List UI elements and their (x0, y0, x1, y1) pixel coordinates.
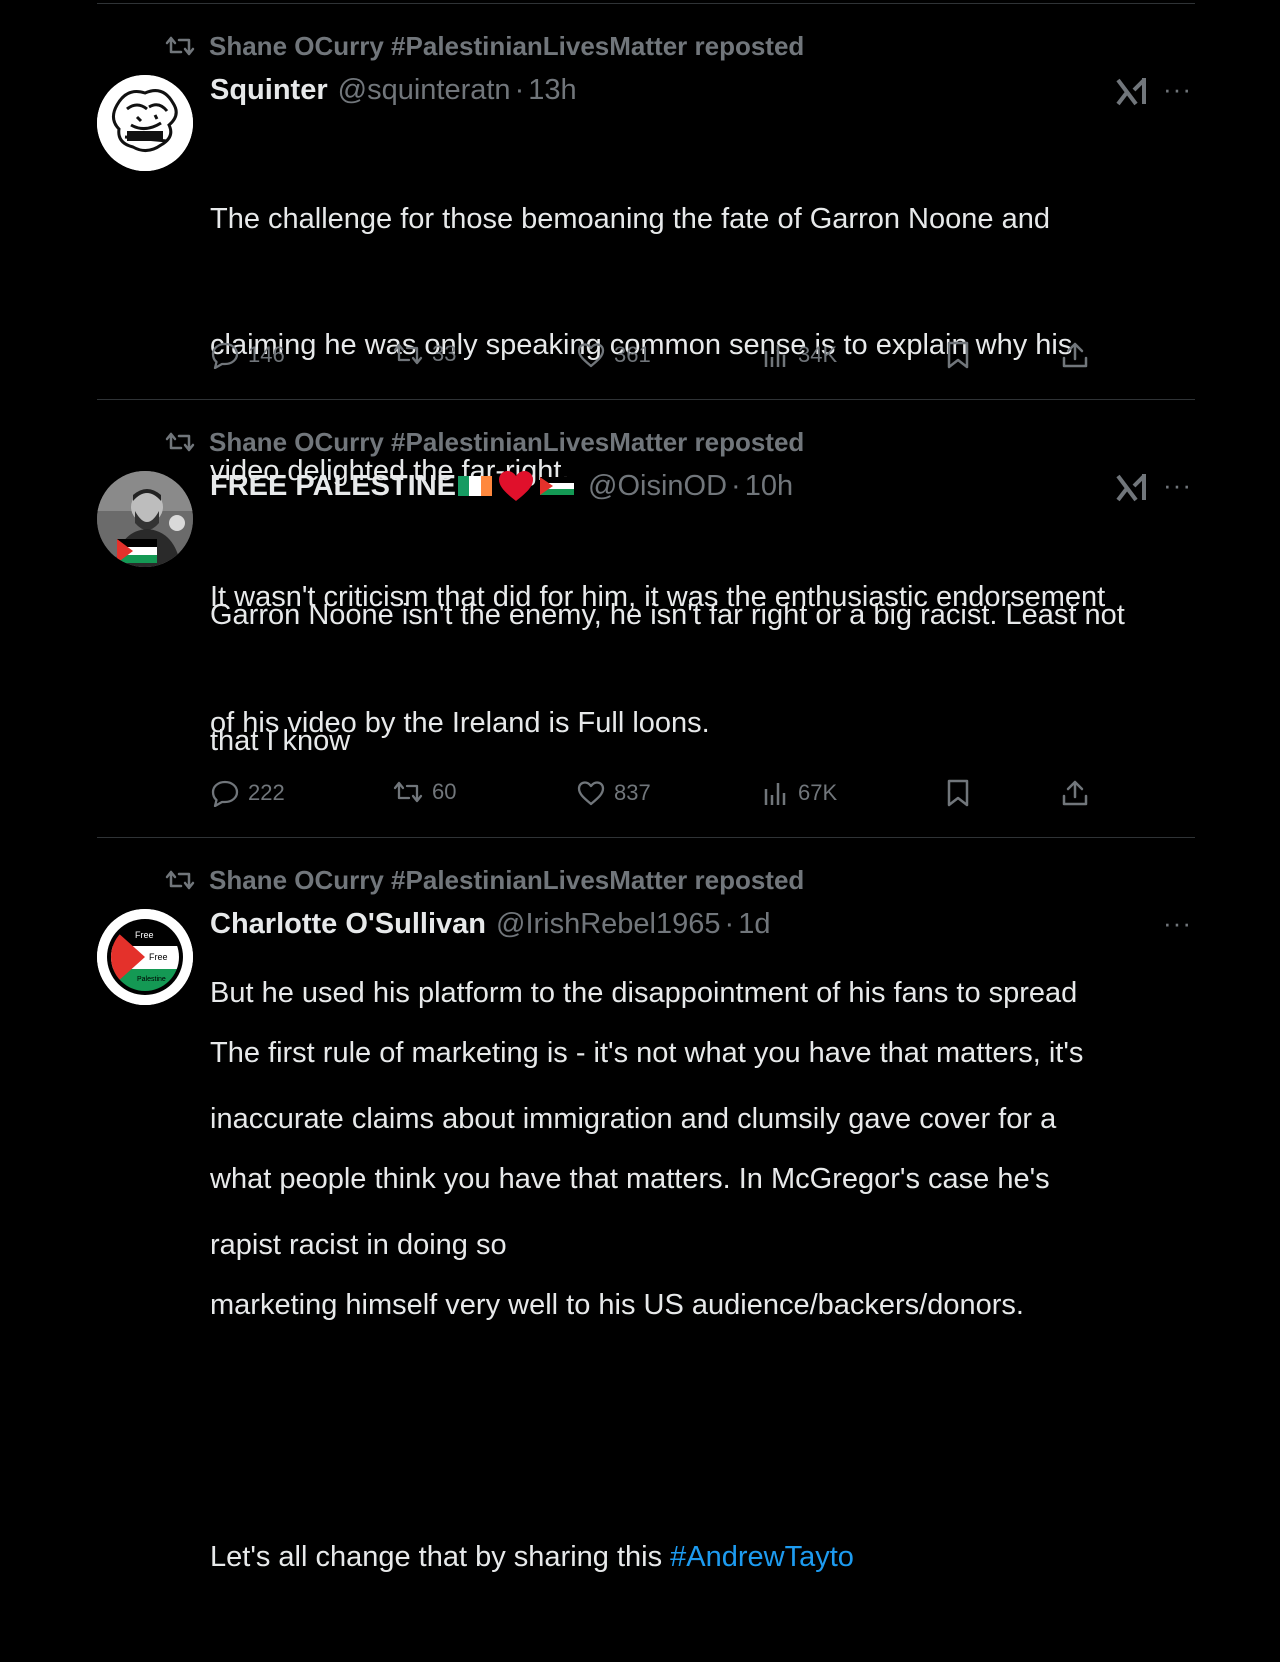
reply-button[interactable]: 146 (210, 341, 285, 369)
share-button[interactable] (1060, 340, 1098, 370)
views-count: 67K (798, 780, 838, 805)
tweet-divider (97, 399, 1195, 400)
views-icon (764, 783, 786, 805)
handle[interactable]: @OisinOD (588, 470, 727, 503)
palestine-flag-icon (540, 477, 574, 495)
avatar[interactable] (97, 75, 193, 171)
tweet-line-text: Let's all change that by sharing this (210, 1541, 671, 1573)
handle[interactable]: @IrishRebel1965 (496, 908, 721, 941)
red-heart-icon (499, 471, 533, 501)
tweet-divider (97, 837, 1195, 838)
more-icon[interactable]: ··· (1163, 74, 1192, 105)
share-button[interactable] (1060, 778, 1098, 808)
repost-count: 33 (432, 341, 457, 366)
repost-indicator: Shane OCurry #PalestinianLivesMatter rep… (165, 865, 804, 895)
tweet-text: The first rule of marketing is - it's no… (210, 948, 1195, 1662)
tweet-header: Squinter @squinteratn · 13h (210, 70, 577, 110)
palestine-flag-icon (117, 539, 157, 563)
views-count: 34K (798, 342, 838, 367)
repost-icon (393, 781, 423, 803)
like-icon (577, 343, 605, 368)
like-count: 837 (614, 780, 651, 805)
ireland-flag-icon (458, 476, 492, 496)
separator-dot: · (724, 907, 735, 940)
action-bar: 222 60 837 67K (210, 773, 1110, 813)
reply-count: 146 (248, 342, 285, 367)
views-icon (764, 345, 786, 367)
like-icon (577, 781, 605, 806)
repost-label: Shane OCurry #PalestinianLivesMatter rep… (209, 30, 805, 61)
like-button[interactable]: 361 (576, 341, 651, 369)
share-icon (1062, 780, 1088, 806)
like-count: 361 (614, 342, 651, 367)
repost-count: 60 (432, 779, 457, 804)
tweet-line: that I know (210, 725, 351, 757)
avatar-text-bottom: Palestine (137, 976, 166, 983)
repost-icon (165, 36, 195, 56)
tweet-line (210, 1410, 1195, 1452)
repost-indicator: Shane OCurry #PalestinianLivesMatter rep… (165, 427, 804, 457)
avatar[interactable]: Free Free Palestine (97, 909, 193, 1005)
bookmark-icon (947, 779, 969, 807)
like-button[interactable]: 837 (576, 779, 651, 807)
tweet-header: FREE PALESTINE @OisinOD · 10h (210, 466, 793, 506)
repost-indicator: Shane OCurry #PalestinianLivesMatter rep… (165, 31, 804, 61)
free-palestine-avatar: Free Free Palestine (97, 909, 193, 1005)
timestamp[interactable]: 1d (738, 908, 770, 941)
hashtag-link[interactable]: #AndrewTayto (670, 1541, 854, 1573)
more-icon[interactable]: ··· (1163, 908, 1192, 939)
views-button[interactable]: 34K (762, 341, 837, 369)
tweet-header: Charlotte O'Sullivan @IrishRebel1965 · 1… (210, 904, 770, 944)
reply-icon (211, 342, 239, 369)
tweet-line: marketing himself very well to his US au… (210, 1289, 1024, 1321)
avatar[interactable] (97, 471, 193, 567)
share-icon (1062, 342, 1088, 368)
timestamp[interactable]: 10h (745, 470, 793, 503)
top-divider (97, 3, 1195, 4)
repost-label: Shane OCurry #PalestinianLivesMatter rep… (209, 426, 805, 457)
display-name[interactable]: Squinter (210, 74, 328, 107)
grok-icon[interactable] (1114, 472, 1148, 509)
profile-photo-avatar (97, 471, 193, 567)
tweet-line-with-hashtag: Let's all change that by sharing this #A… (210, 1536, 1195, 1578)
repost-icon (393, 343, 423, 365)
repost-button[interactable]: 33 (392, 341, 456, 367)
tweet-line: what people think you have that matters.… (210, 1163, 1050, 1195)
timestamp[interactable]: 13h (528, 74, 576, 107)
tweet-line: Garron Noone isn't the enemy, he isn't f… (210, 599, 1125, 631)
bookmark-button[interactable] (944, 778, 980, 808)
bookmark-button[interactable] (944, 340, 980, 370)
grok-icon[interactable] (1114, 76, 1148, 113)
more-icon[interactable]: ··· (1163, 470, 1192, 501)
avatar-text-middle: Free (149, 952, 168, 962)
repost-button[interactable]: 60 (392, 779, 456, 805)
views-button[interactable]: 67K (762, 779, 837, 807)
tweet-line: The challenge for those bemoaning the fa… (210, 203, 1050, 235)
repost-icon (165, 432, 195, 452)
handle[interactable]: @squinteratn (338, 74, 511, 107)
display-name[interactable]: FREE PALESTINE (210, 470, 456, 503)
separator-dot: · (731, 469, 741, 502)
cartoon-avatar-image (97, 75, 193, 171)
avatar-text-top: Free (135, 930, 154, 940)
repost-label: Shane OCurry #PalestinianLivesMatter rep… (209, 864, 805, 895)
reply-count: 222 (248, 780, 285, 805)
repost-icon (165, 870, 195, 890)
action-bar: 146 33 361 34K (210, 335, 1110, 375)
display-name[interactable]: Charlotte O'Sullivan (210, 908, 486, 941)
bookmark-icon (947, 341, 969, 369)
tweet-line: The first rule of marketing is - it's no… (210, 1037, 1084, 1069)
reply-button[interactable]: 222 (210, 779, 285, 807)
reply-icon (211, 780, 239, 807)
separator-dot: · (514, 73, 525, 106)
